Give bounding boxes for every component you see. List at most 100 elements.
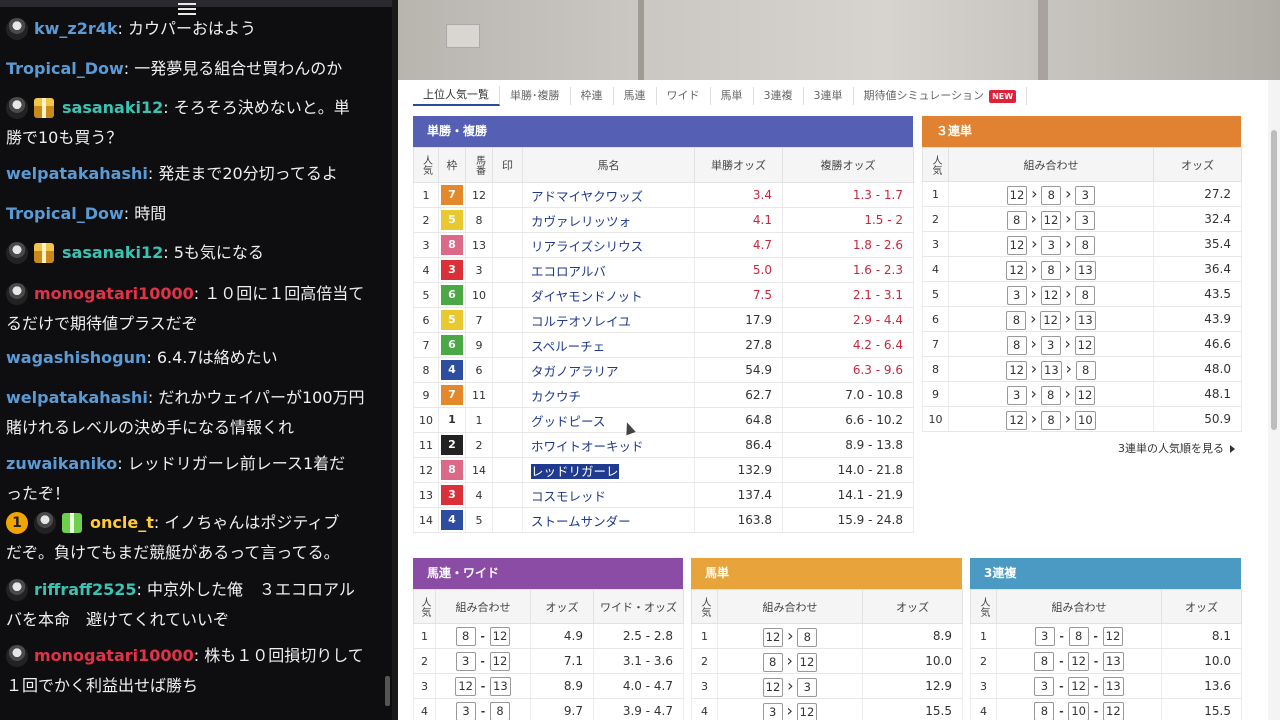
tab-3[interactable]: 馬連 — [614, 87, 657, 105]
popularity-cell: 3 — [413, 232, 439, 258]
mark-cell[interactable] — [492, 407, 523, 433]
tab-0[interactable]: 上位人気一覧 — [413, 86, 500, 106]
tab-4[interactable]: ワイド — [657, 87, 711, 105]
horse-number-box: 3 — [1006, 285, 1027, 305]
odds-cell: 13.6 — [1161, 673, 1242, 699]
tab-5[interactable]: 馬単 — [711, 87, 754, 105]
chat-username[interactable]: monogatari10000 — [34, 641, 194, 671]
avatar-badge-icon — [34, 512, 56, 534]
horse-name-link[interactable]: リアライズシリウス — [531, 239, 643, 254]
win-odds-cell: 163.8 — [694, 507, 783, 533]
horse-number-box: 3 — [1075, 210, 1096, 230]
horse-name-link[interactable]: カヴァレリッツォ — [531, 214, 631, 229]
horse-name-link[interactable]: エコロアルバ — [531, 264, 606, 279]
horse-name-link[interactable]: ストームサンダー — [531, 514, 631, 529]
horse-name-cell[interactable]: ダイヤモンドノット — [522, 282, 695, 308]
tab-8[interactable]: 期待値シミュレーション NEW — [854, 87, 1028, 105]
place-odds-cell: 8.9 - 13.8 — [782, 432, 914, 458]
horse-number-box: 3 — [797, 677, 818, 697]
chat-username[interactable]: oncle_t — [90, 508, 154, 538]
mark-cell[interactable] — [492, 482, 523, 508]
tab-2[interactable]: 枠連 — [571, 87, 614, 105]
chat-username[interactable]: kw_z2r4k — [34, 14, 118, 44]
chat-username[interactable]: wagashishogun — [6, 343, 146, 373]
waku-cell: 4 — [438, 357, 466, 383]
mark-cell[interactable] — [492, 182, 523, 208]
chat-scrollbar[interactable] — [385, 676, 390, 706]
waku-cell: 5 — [438, 207, 466, 233]
mark-cell[interactable] — [492, 507, 523, 533]
chat-username[interactable]: welpatakahashi — [6, 159, 148, 189]
horse-number-cell: 11 — [465, 382, 493, 408]
place-odds-cell: 2.1 - 3.1 — [782, 282, 914, 308]
trifecta-more-link[interactable]: 3連単の人気順を見る — [1118, 440, 1235, 456]
page-scrollbar-thumb[interactable] — [1271, 130, 1277, 430]
chat-username[interactable]: Tropical_Dow — [6, 199, 124, 229]
win-odds-cell: 17.9 — [694, 307, 783, 333]
horse-name-cell[interactable]: コルテオソレイユ — [522, 307, 695, 333]
place-odds-cell: 14.0 - 21.8 — [782, 457, 914, 483]
mark-cell[interactable] — [492, 332, 523, 358]
horse-name-cell[interactable]: アドマイヤクワッズ — [522, 182, 695, 208]
horse-name-link[interactable]: スペルーチェ — [531, 339, 605, 354]
chevron-right-icon: › — [1030, 208, 1037, 228]
mark-cell[interactable] — [492, 382, 523, 408]
mark-cell[interactable] — [492, 457, 523, 483]
mark-cell[interactable] — [492, 282, 523, 308]
mark-cell[interactable] — [492, 357, 523, 383]
mark-cell[interactable] — [492, 432, 523, 458]
combination-cell: 8 › 12 — [717, 648, 863, 674]
horse-number-box: 12 — [1040, 210, 1062, 230]
table-row: 1 12 › 8 › 3 27.2 — [922, 181, 1242, 207]
horse-name-cell[interactable]: タガノアラリア — [522, 357, 695, 383]
chat-username[interactable]: sasanaki12 — [62, 93, 163, 123]
chat-username[interactable]: riffraff2525 — [34, 575, 137, 605]
mark-cell[interactable] — [492, 257, 523, 283]
horse-name-link[interactable]: ダイヤモンドノット — [531, 289, 643, 304]
trifecta-title: ３連単 — [936, 124, 973, 138]
horse-name-cell[interactable]: グッドピース — [522, 407, 695, 433]
popularity-cell: 5 — [922, 281, 949, 307]
chat-message: zuwaikaniko: レッドリガーレ前レース1着だ ったぞ！ — [6, 449, 376, 509]
chat-username[interactable]: monogatari10000 — [34, 279, 194, 309]
tab-6[interactable]: 3連複 — [754, 87, 804, 105]
wide-cell: 3.1 - 3.6 — [593, 648, 684, 674]
mark-cell[interactable] — [492, 307, 523, 333]
waku-cell: 6 — [438, 332, 466, 358]
table-row: 4 3 3 エコロアルバ 5.0 1.6 - 2.3 — [413, 257, 914, 283]
chat-username[interactable]: welpatakahashi — [6, 383, 148, 413]
chat-username[interactable]: sasanaki12 — [62, 238, 163, 268]
mark-cell[interactable] — [492, 207, 523, 233]
horse-name-cell[interactable]: ストームサンダー — [522, 507, 695, 533]
horse-name-cell[interactable]: レッドリガーレ — [522, 457, 695, 483]
horse-name-link[interactable]: タガノアラリア — [531, 364, 619, 379]
horse-name-link[interactable]: コスモレッド — [531, 489, 606, 504]
tab-1[interactable]: 単勝･複勝 — [500, 87, 571, 105]
horse-name-cell[interactable]: エコロアルバ — [522, 257, 695, 283]
horse-number-box: 12 — [1068, 676, 1089, 696]
horse-name-link[interactable]: コルテオソレイユ — [531, 314, 631, 329]
horse-name-cell[interactable]: ホワイトオーキッド — [522, 432, 695, 458]
horse-name-cell[interactable]: コスモレッド — [522, 482, 695, 508]
horse-name-cell[interactable]: スペルーチェ — [522, 332, 695, 358]
horse-name-cell[interactable]: カクウチ — [522, 382, 695, 408]
horse-name-cell[interactable]: カヴァレリッツォ — [522, 207, 695, 233]
horse-name-link[interactable]: カクウチ — [531, 389, 581, 404]
table-row: 1 8-12 4.9 2.5 - 2.8 — [413, 623, 684, 649]
horse-name-cell[interactable]: リアライズシリウス — [522, 232, 695, 258]
win-odds-cell: 3.4 — [694, 182, 783, 208]
avatar-badge-icon — [6, 97, 28, 119]
horse-name-link[interactable]: グッドピース — [531, 414, 605, 429]
chat-username[interactable]: Tropical_Dow — [6, 54, 124, 84]
tab-7[interactable]: 3連単 — [804, 87, 854, 105]
chevron-right-icon: › — [787, 625, 794, 645]
page-scrollbar[interactable] — [1268, 80, 1280, 720]
table-row: 9 3 › 8 › 12 48.1 — [922, 381, 1242, 407]
horse-number-box: 13 — [1041, 360, 1062, 380]
chat-username[interactable]: zuwaikaniko — [6, 449, 117, 479]
mark-cell[interactable] — [492, 232, 523, 258]
horse-name-link[interactable]: アドマイヤクワッズ — [531, 189, 643, 204]
chevron-right-icon: › — [1030, 258, 1038, 278]
horse-name-link[interactable]: レッドリガーレ — [531, 463, 619, 479]
horse-name-link[interactable]: ホワイトオーキッド — [531, 439, 644, 454]
